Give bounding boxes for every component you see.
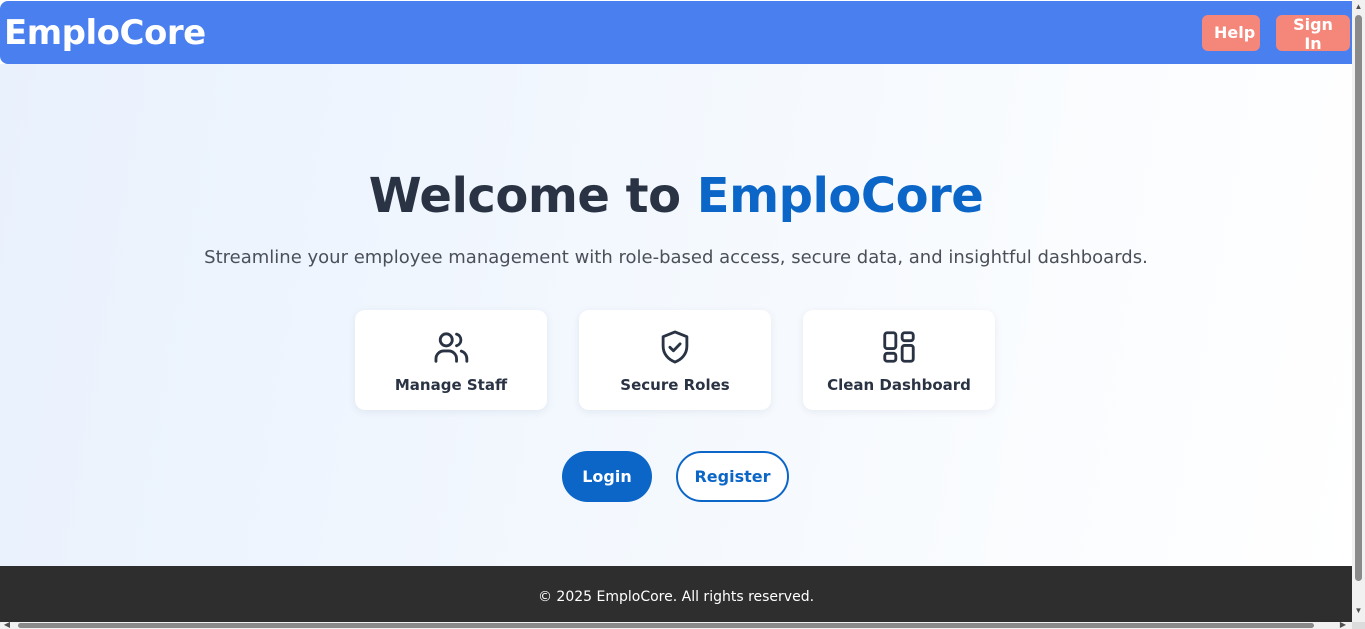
feature-card-clean-dashboard: Clean Dashboard bbox=[803, 310, 995, 410]
dashboard-grid-icon bbox=[883, 331, 915, 363]
feature-label: Manage Staff bbox=[394, 376, 508, 394]
horizontal-scrollbar-thumb[interactable] bbox=[18, 623, 1314, 628]
hero-title: Welcome to EmploCore bbox=[0, 168, 1352, 224]
help-button[interactable]: Help bbox=[1202, 14, 1260, 51]
scroll-left-arrow-icon[interactable]: ◀ bbox=[2, 620, 12, 629]
users-icon bbox=[434, 332, 469, 363]
hero-subtitle: Streamline your employee management with… bbox=[204, 247, 1148, 268]
feature-label: Secure Roles bbox=[620, 376, 730, 394]
shield-check-icon bbox=[661, 330, 689, 364]
sign-in-button[interactable]: Sign In bbox=[1276, 14, 1350, 53]
top-navbar: EmploCore Help Sign In bbox=[0, 1, 1352, 64]
feature-card-manage-staff: Manage Staff bbox=[355, 310, 547, 410]
feature-label: Clean Dashboard bbox=[827, 376, 971, 394]
footer-copyright: © 2025 EmploCore. All rights reserved. bbox=[537, 589, 815, 605]
app-viewport: EmploCore Help Sign In Welcome to EmploC… bbox=[0, 0, 1352, 629]
brand-logo[interactable]: EmploCore bbox=[4, 13, 206, 53]
vertical-scrollbar-thumb[interactable] bbox=[1355, 15, 1362, 581]
nav-actions: Help Sign In bbox=[1202, 14, 1350, 53]
vertical-scrollbar[interactable]: ▲ ▼ bbox=[1352, 0, 1365, 622]
hero-title-prefix: Welcome to bbox=[368, 168, 697, 224]
scroll-right-arrow-icon[interactable]: ▶ bbox=[1338, 620, 1348, 629]
hero-section: Welcome to EmploCore Streamline your emp… bbox=[0, 64, 1352, 566]
scroll-down-arrow-icon[interactable]: ▼ bbox=[1354, 606, 1363, 616]
horizontal-scrollbar[interactable]: ◀ ▶ bbox=[0, 620, 1352, 629]
page-footer: © 2025 EmploCore. All rights reserved. bbox=[0, 566, 1352, 622]
login-button[interactable]: Login bbox=[562, 451, 652, 502]
feature-card-secure-roles: Secure Roles bbox=[579, 310, 771, 410]
scrollbar-corner bbox=[1352, 622, 1365, 629]
cta-buttons: Login Register bbox=[562, 451, 789, 502]
hero-title-accent: EmploCore bbox=[696, 168, 984, 224]
register-button[interactable]: Register bbox=[676, 451, 789, 502]
feature-cards: Manage Staff Secure Roles Clean Dashboar… bbox=[355, 310, 995, 410]
scroll-up-arrow-icon[interactable]: ▲ bbox=[1354, 2, 1363, 12]
